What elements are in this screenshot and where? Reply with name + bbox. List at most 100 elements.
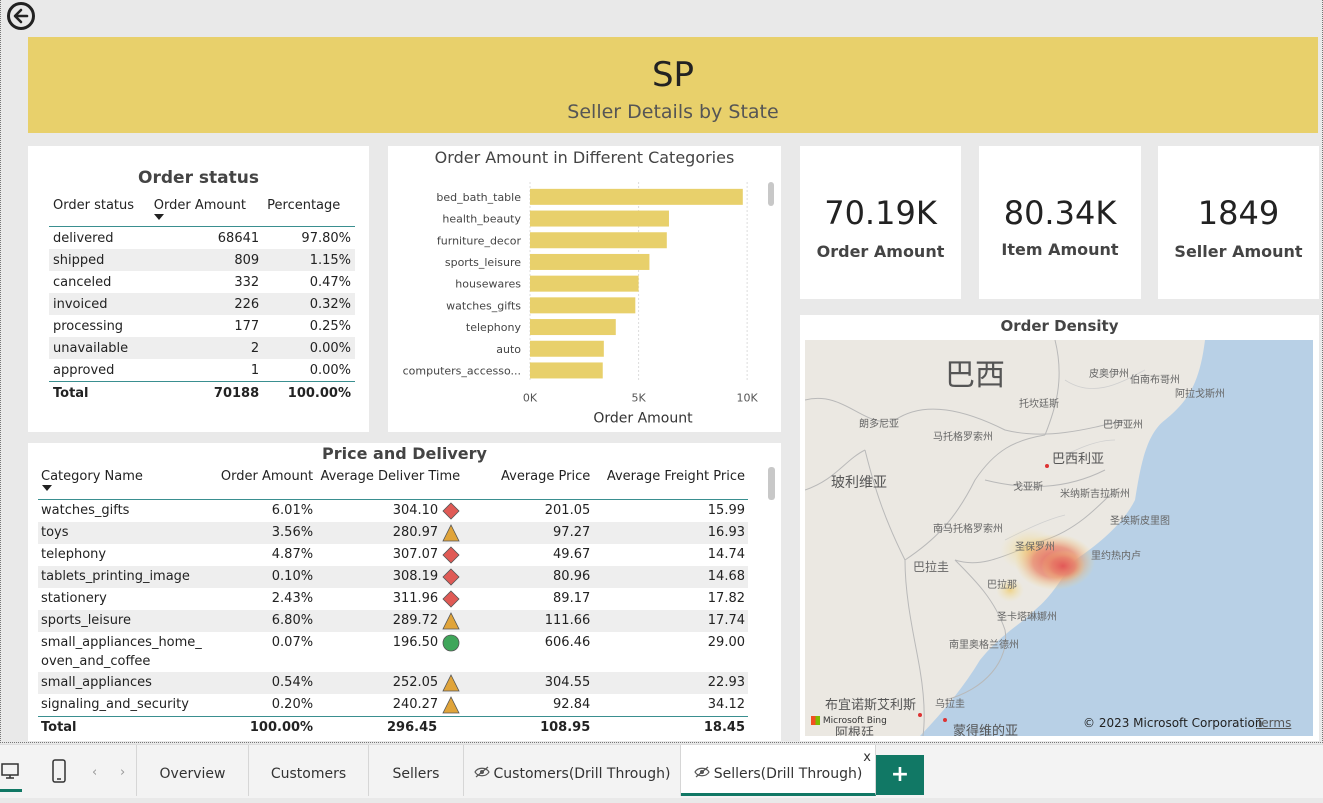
map-label-rondonia: 朗多尼亚 — [859, 419, 899, 430]
arrow-left-icon — [13, 8, 29, 24]
price-delivery-row[interactable]: tablets_printing_image 0.10% 308.19 80.96 14… — [38, 566, 748, 588]
price-delivery-row[interactable]: sports_leisure 6.80% 289.72 111.66 17.74 — [38, 610, 748, 632]
add-page-button[interactable]: + — [876, 755, 924, 795]
tab-overview[interactable]: Overview — [136, 745, 249, 796]
order-amount-cell: 0.54% — [210, 672, 317, 694]
price-delivery-row[interactable]: stationery 2.43% 311.96 89.17 17.82 — [38, 588, 748, 610]
col-percentage[interactable]: Percentage — [263, 196, 355, 227]
tab-prev-button[interactable]: ‹ — [92, 765, 97, 780]
green-circle-icon — [442, 634, 460, 651]
bar-bed_bath_table[interactable] — [530, 188, 743, 205]
col-avg-price[interactable]: Average Price — [463, 467, 594, 500]
bar-health_beauty[interactable] — [530, 210, 669, 227]
order-status-row[interactable]: approved 1 0.00% — [49, 359, 355, 382]
bar-furniture_decor[interactable] — [530, 232, 667, 249]
red-diamond-icon — [442, 545, 460, 564]
bing-logo: Microsoft Bing — [811, 716, 887, 726]
bar-auto[interactable] — [530, 340, 604, 357]
order-status-row[interactable]: shipped 809 1.15% — [49, 249, 355, 271]
percentage-cell: 1.15% — [263, 249, 355, 271]
col-order-status[interactable]: Order status — [49, 196, 150, 227]
deliver-time-cell-value: 308.19 — [392, 569, 439, 584]
order-density-map[interactable]: 巴西 玻利维亚 马托格罗索州 巴西利亚 米纳斯吉拉斯州 朗多尼亚 戈亚斯 托坎廷… — [805, 340, 1313, 736]
order-status-row[interactable]: processing 177 0.25% — [49, 315, 355, 337]
tab-next-button[interactable]: › — [120, 765, 125, 780]
order-amount-cell-value: 0.54% — [271, 675, 314, 690]
mobile-view-button[interactable] — [50, 759, 70, 789]
map-label-parana: 巴拉那 — [987, 580, 1017, 591]
tab-customers[interactable]: Customers — [249, 745, 369, 796]
percentage-cell: 0.25% — [309, 318, 351, 334]
price-delivery-table: Category Name Order Amount Average Deliv… — [38, 467, 748, 739]
map-copyright: © 2023 Microsoft Corporation — [1083, 716, 1263, 730]
order-amount-cell: 6.80% — [210, 610, 317, 632]
category-cell-value: signaling_and_security — [41, 697, 189, 712]
bing-text: Microsoft Bing — [822, 716, 887, 726]
avg-price-cell-value: 80.96 — [553, 569, 591, 584]
price-delivery-row[interactable]: signaling_and_security 0.20% 240.27 92.84 34… — [38, 694, 748, 717]
col-category-name[interactable]: Category Name — [38, 467, 211, 500]
order-status-row[interactable]: delivered 68641 97.80% — [49, 227, 355, 250]
back-button[interactable] — [7, 2, 35, 30]
yellow-triangle-icon — [442, 673, 460, 691]
category-cell: small_appliances — [38, 672, 211, 694]
map-label-rs: 南里奥格兰德州 — [949, 640, 1019, 651]
category-cell-value: tablets_printing_image — [41, 569, 190, 584]
tab-customers-drill-through[interactable]: Customers(Drill Through) — [464, 745, 681, 796]
bar-telephony[interactable] — [530, 319, 616, 336]
price-delivery-row[interactable]: toys 3.56% 280.97 97.27 16.93 — [38, 522, 748, 544]
order-status-row[interactable]: invoiced 226 0.32% — [49, 293, 355, 315]
category-cell: watches_gifts — [38, 500, 211, 523]
map-label-ms: 南马托格罗索州 — [933, 524, 1003, 535]
map-label-piaui: 皮奥伊州 — [1089, 369, 1129, 380]
avg-price-cell: 92.84 — [463, 694, 593, 717]
col-order-amount[interactable]: Order Amount — [210, 467, 317, 500]
price-delivery-row[interactable]: watches_gifts 6.01% 304.10 201.05 15.99 — [38, 500, 748, 523]
col-order-amount[interactable]: Order Amount — [149, 196, 264, 227]
total-percentage: 100.00% — [263, 381, 355, 404]
table-scrollbar[interactable] — [768, 467, 775, 500]
microsoft-logo-icon — [811, 716, 820, 725]
total-amount: 70188 — [149, 381, 264, 404]
percentage-cell: 0.00% — [263, 337, 355, 359]
order-status-row[interactable]: unavailable 2 0.00% — [49, 337, 355, 359]
chevron-right-icon: › — [120, 765, 126, 780]
price-delivery-row[interactable]: small_appliances_home_oven_and_coffee 0.0… — [38, 632, 748, 672]
order-amount-cell: 6.01% — [211, 500, 317, 523]
tab-close-button[interactable]: x — [863, 729, 871, 787]
col-category-name-label: Category Name — [41, 469, 143, 484]
avg-price-cell: 111.66 — [463, 610, 594, 632]
order-density-title: Order Density — [1000, 317, 1119, 335]
category-cell: signaling_and_security — [38, 694, 211, 717]
percentage-cell: 97.80% — [301, 230, 351, 246]
category-cell-value: toys — [41, 525, 69, 540]
deliver-time-cell: 307.07 — [316, 544, 463, 566]
order-amount-cell: 0.10% — [210, 566, 317, 588]
order-status-row[interactable]: canceled 332 0.47% — [49, 271, 355, 293]
bar-housewares[interactable] — [530, 275, 639, 292]
col-avg-deliver-time[interactable]: Average Deliver Time — [316, 467, 464, 500]
price-delivery-row[interactable]: small_appliances 0.54% 252.05 304.55 22.93 — [38, 672, 748, 694]
map-label-espirito-santo: 圣埃斯皮里图 — [1110, 516, 1170, 527]
bar-sports_leisure[interactable] — [530, 253, 650, 270]
price-delivery-row[interactable]: telephony 4.87% 307.07 49.67 14.74 — [38, 544, 748, 566]
tab-sellers[interactable]: Sellers — [369, 745, 464, 796]
red-diamond-icon — [442, 501, 460, 520]
map-terms-link[interactable]: Terms — [1256, 716, 1291, 730]
map-label-bolivia: 玻利维亚 — [831, 475, 887, 491]
map-label-sc: 圣卡塔琳娜州 — [997, 612, 1057, 623]
freight-cell-value: 16.93 — [707, 525, 745, 540]
total-category-cell: Total — [38, 716, 211, 739]
col-avg-freight[interactable]: Average Freight Price — [593, 467, 748, 500]
page-tab-bar: ‹ › Overview Customers Sellers Customers… — [0, 744, 1323, 798]
order-density-card: Order Density 巴西 玻利维亚 马托格罗索州 巴西利亚 米纳斯吉拉斯… — [800, 315, 1319, 741]
map-label-sao-paulo: 圣保罗州 — [1015, 542, 1055, 553]
bar-watches_gifts[interactable] — [530, 297, 636, 314]
chart-scrollbar[interactable] — [768, 182, 774, 206]
bar-computers_accesso[interactable] — [530, 362, 603, 379]
tab-sellers-drill-through[interactable]: Sellers(Drill Through) x — [681, 745, 876, 796]
category-cell: sports_leisure — [38, 610, 211, 632]
percentage-cell: 0.32% — [263, 293, 355, 315]
desktop-view-button[interactable] — [0, 759, 22, 792]
avg-price-cell: 49.67 — [463, 544, 593, 566]
